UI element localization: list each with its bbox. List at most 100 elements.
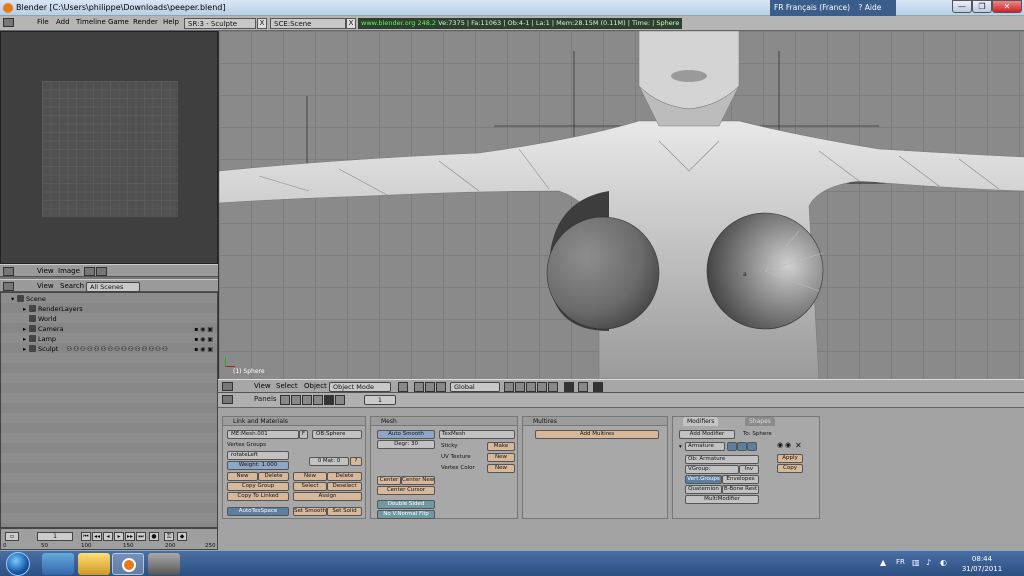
- add-multires-button[interactable]: Add Multires: [535, 430, 659, 439]
- help-icon[interactable]: ?: [858, 3, 862, 12]
- panel-title[interactable]: Mesh: [371, 417, 517, 426]
- modifier-realtime-toggle[interactable]: [737, 442, 747, 451]
- multimodifier-toggle[interactable]: MultiModifier: [685, 495, 759, 504]
- tab-modifiers[interactable]: Modifiers: [683, 417, 719, 426]
- vertex-color-new-button[interactable]: New: [487, 464, 515, 473]
- buttons-type-icon[interactable]: [222, 395, 233, 404]
- material-help-button[interactable]: ?: [350, 457, 362, 466]
- vgroup-new-button[interactable]: New: [227, 472, 258, 481]
- bbone-rest-toggle[interactable]: B-Bone Rest: [722, 485, 759, 494]
- record-button[interactable]: ●: [149, 532, 159, 541]
- weight-slider[interactable]: Weight: 1.000: [227, 461, 289, 470]
- image-editor[interactable]: [0, 31, 218, 264]
- sculpt-visibility-icons[interactable]: ▪ ◉ ▣: [194, 346, 213, 353]
- info-editor-type-icon[interactable]: [3, 18, 14, 27]
- 3d-viewport[interactable]: a (1) Sphere: [218, 31, 1024, 379]
- render-preview-icon[interactable]: [578, 382, 588, 392]
- material-new-button[interactable]: New: [293, 472, 327, 481]
- orientation-select[interactable]: Global: [450, 382, 500, 392]
- opengl-render-icon[interactable]: [593, 382, 603, 392]
- outliner-item-world[interactable]: World: [29, 315, 57, 323]
- outliner-item-camera[interactable]: ▸ Camera: [23, 325, 64, 333]
- quaternion-toggle[interactable]: Quaternion: [685, 485, 722, 494]
- layer-5-button[interactable]: [548, 382, 558, 392]
- minimize-button[interactable]: —: [952, 0, 972, 13]
- panel-page-field[interactable]: 1: [364, 395, 396, 405]
- menu-game[interactable]: Game: [108, 18, 129, 26]
- menu-timeline[interactable]: Timeline: [76, 18, 106, 26]
- network-icon[interactable]: ▥: [912, 558, 920, 567]
- taskbar-explorer-icon[interactable]: [78, 553, 110, 575]
- image-browse-icon[interactable]: [84, 267, 95, 276]
- add-modifier-dropdown[interactable]: Add Modifier: [679, 430, 735, 439]
- no-vnormal-flip-toggle[interactable]: No V.Normal Flip: [377, 510, 435, 519]
- vgroup-invert-toggle[interactable]: Inv: [739, 465, 759, 474]
- material-deselect-button[interactable]: Deselect: [327, 482, 362, 491]
- mode-select[interactable]: Object Mode: [329, 382, 391, 392]
- jump-start-button[interactable]: ⏮: [81, 532, 91, 541]
- modifier-name-field[interactable]: Armature: [685, 442, 725, 451]
- modifier-up-icon[interactable]: ◉: [777, 441, 783, 449]
- image-menu-image[interactable]: Image: [58, 267, 80, 275]
- context-scene-icon[interactable]: [335, 395, 345, 405]
- modifier-copy-button[interactable]: Copy: [777, 464, 803, 473]
- uv-texture-new-button[interactable]: New: [487, 453, 515, 462]
- volume-icon[interactable]: ♪: [926, 558, 931, 567]
- timeline-type-icon[interactable]: ▫: [5, 532, 19, 541]
- key-insert-icon[interactable]: ◆: [177, 532, 187, 541]
- modifier-render-toggle[interactable]: [727, 442, 737, 451]
- play-reverse-button[interactable]: ◂: [103, 532, 113, 541]
- outliner-menu-view[interactable]: View: [37, 282, 54, 290]
- play-button[interactable]: ▸: [114, 532, 124, 541]
- center-new-button[interactable]: Center New: [401, 476, 435, 485]
- prev-key-button[interactable]: ◂◂: [92, 532, 102, 541]
- camera-visibility-icons[interactable]: ▪ ◉ ▣: [194, 326, 213, 333]
- 3d-view-type-icon[interactable]: [222, 382, 233, 391]
- outliner-filter-select[interactable]: All Scenes: [86, 282, 140, 292]
- material-index-field[interactable]: 0 Mat: 0: [309, 457, 349, 466]
- menu-add[interactable]: Add: [56, 18, 70, 26]
- menu-file[interactable]: File: [37, 18, 49, 26]
- context-object-icon[interactable]: [313, 395, 323, 405]
- copy-group-button[interactable]: Copy Group: [227, 482, 289, 491]
- layer-3-button[interactable]: [526, 382, 536, 392]
- context-editing-icon[interactable]: [324, 395, 334, 405]
- translate-icon[interactable]: [436, 382, 446, 392]
- lamp-visibility-icons[interactable]: ▪ ◉ ▣: [194, 336, 213, 343]
- outliner-item-lamp[interactable]: ▸ Lamp: [23, 335, 56, 343]
- armature-object-field[interactable]: Ob: Armature: [685, 455, 759, 464]
- pivot-icon[interactable]: [414, 382, 424, 392]
- language-bar[interactable]: FR Français (France) ? Aide: [770, 0, 896, 16]
- keying-set-icon[interactable]: ⚿: [164, 532, 174, 541]
- texmesh-field[interactable]: TexMesh: [439, 430, 515, 439]
- center-button[interactable]: Center: [377, 476, 401, 485]
- menu-render[interactable]: Render: [133, 18, 158, 26]
- layer-2-button[interactable]: [515, 382, 525, 392]
- view-menu-view[interactable]: View: [254, 382, 271, 390]
- copy-to-linked-button[interactable]: Copy To Linked: [227, 492, 289, 501]
- screen-delete-button[interactable]: X: [257, 18, 267, 29]
- lock-icon[interactable]: [564, 382, 574, 392]
- start-button[interactable]: [6, 552, 30, 576]
- scene-selector[interactable]: SCE:Scene: [270, 18, 346, 29]
- maximize-button[interactable]: ❐: [972, 0, 992, 13]
- degree-field[interactable]: Degr: 30: [377, 440, 435, 449]
- jump-end-button[interactable]: ⏭: [136, 532, 146, 541]
- material-assign-button[interactable]: Assign: [293, 492, 362, 501]
- editor-type-icon[interactable]: [3, 267, 14, 276]
- view-menu-object[interactable]: Object: [304, 382, 327, 390]
- center-cursor-button[interactable]: Center Cursor: [377, 486, 435, 495]
- image-menu-view[interactable]: View: [37, 267, 54, 275]
- panels-menu[interactable]: Panels: [254, 395, 277, 403]
- taskbar-ie-icon[interactable]: [42, 553, 74, 575]
- context-script-icon[interactable]: [291, 395, 301, 405]
- modifier-editmode-toggle[interactable]: [747, 442, 757, 451]
- outliner-item-renderlayers[interactable]: ▸ RenderLayers: [23, 305, 83, 313]
- taskbar-app-icon[interactable]: [148, 553, 180, 575]
- security-icon[interactable]: ◐: [940, 558, 947, 567]
- envelopes-toggle[interactable]: Envelopes: [722, 475, 759, 484]
- outliner-menu-search[interactable]: Search: [60, 282, 84, 290]
- context-shading-icon[interactable]: [302, 395, 312, 405]
- modifier-collapse-icon[interactable]: ▾: [679, 444, 682, 450]
- modifier-remove-icon[interactable]: ✕: [795, 441, 802, 450]
